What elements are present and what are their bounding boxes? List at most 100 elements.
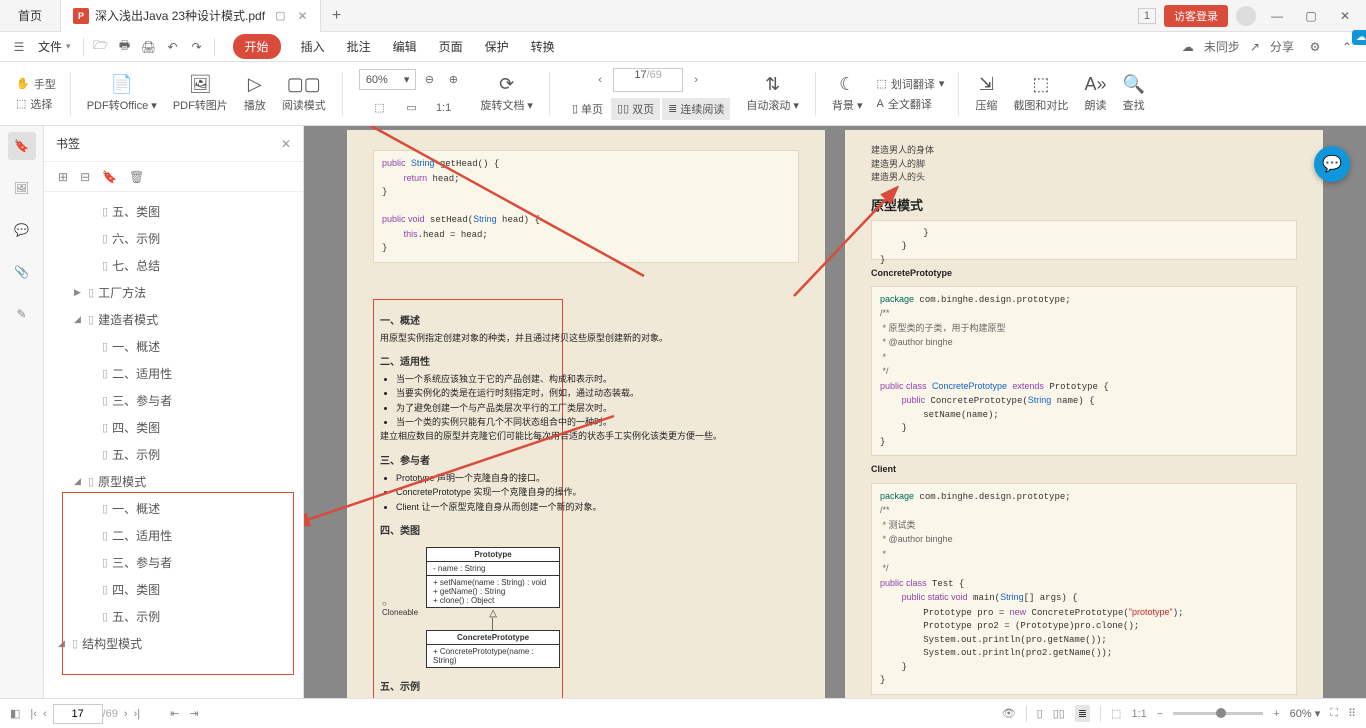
- save-icon[interactable]: 🖶: [114, 36, 136, 58]
- open-icon[interactable]: 🗁: [90, 36, 112, 58]
- hand-tool[interactable]: ✋手型: [16, 76, 56, 92]
- maximize-icon[interactable]: ▢: [1298, 3, 1324, 29]
- sb-prev-page-icon[interactable]: ‹: [43, 708, 47, 720]
- bm-item[interactable]: ▯二、适用性: [48, 360, 299, 387]
- sb-sidebar-icon[interactable]: ◧: [10, 707, 20, 720]
- read-mode[interactable]: ▢▢阅读模式: [276, 74, 332, 113]
- sb-more-icon[interactable]: ⠿: [1348, 707, 1356, 720]
- undo-icon[interactable]: ↶: [162, 36, 184, 58]
- single-page-button[interactable]: ▯ 单页: [566, 98, 609, 120]
- page-input[interactable]: 17/69: [613, 68, 683, 92]
- menu-tab-start[interactable]: 开始: [233, 34, 281, 59]
- menu-tab-convert[interactable]: 转换: [529, 34, 557, 59]
- rotate-button[interactable]: ⟳旋转文档 ▾: [474, 74, 539, 113]
- bm-item[interactable]: ▯七、总结: [48, 252, 299, 279]
- minimize-icon[interactable]: —: [1264, 3, 1290, 29]
- bm-item-factory[interactable]: ▶▯工厂方法: [48, 279, 299, 306]
- sb-continuous-icon[interactable]: ≣: [1075, 705, 1090, 722]
- bm-item[interactable]: ▯一、概述: [48, 495, 299, 522]
- bm-item[interactable]: ▯四、类图: [48, 576, 299, 603]
- bm-item[interactable]: ▯五、示例: [48, 441, 299, 468]
- menu-tab-protect[interactable]: 保护: [483, 34, 511, 59]
- share-icon[interactable]: ↗: [1250, 40, 1260, 54]
- menu-tab-annotate[interactable]: 批注: [345, 34, 373, 59]
- avatar-icon[interactable]: [1236, 6, 1256, 26]
- zoom-select[interactable]: 60%▾: [359, 69, 417, 90]
- bm-tool-add-icon[interactable]: 🔖: [102, 170, 117, 184]
- bm-item-structural[interactable]: ◢▯结构型模式: [48, 630, 299, 657]
- close-tab-icon[interactable]: ✕: [297, 9, 307, 23]
- sb-next-page-icon[interactable]: ›: [124, 708, 128, 720]
- login-button[interactable]: 访客登录: [1164, 5, 1228, 27]
- full-translate[interactable]: A全文翻译: [877, 96, 945, 112]
- floating-assistant-button[interactable]: 💬: [1314, 146, 1350, 182]
- sb-zoom-slider[interactable]: [1173, 712, 1263, 715]
- sb-nav-back-icon[interactable]: ⇤: [170, 707, 179, 720]
- bm-item[interactable]: ▯四、类图: [48, 414, 299, 441]
- sb-double-icon[interactable]: ▯▯: [1053, 707, 1065, 720]
- sb-eye-icon[interactable]: 👁: [1002, 707, 1016, 720]
- bm-tool-expand-icon[interactable]: ⊞: [58, 170, 68, 184]
- menu-tab-edit[interactable]: 编辑: [391, 34, 419, 59]
- bm-tool-delete-icon[interactable]: 🗑: [129, 170, 144, 184]
- attachment-rail-icon[interactable]: 📎: [8, 258, 36, 286]
- select-tool[interactable]: ⬚选择: [16, 96, 56, 112]
- cloud-sync-icon[interactable]: ☁: [1182, 40, 1194, 54]
- zoom-in-icon[interactable]: ⊕: [442, 69, 464, 91]
- document-view[interactable]: public String getHead() { return head; }…: [304, 126, 1366, 728]
- bm-item[interactable]: ▯五、类图: [48, 198, 299, 225]
- play-button[interactable]: ▷播放: [238, 74, 272, 113]
- bm-item-prototype[interactable]: ◢▯原型模式: [48, 468, 299, 495]
- sb-zoom-value[interactable]: 60% ▾: [1290, 707, 1321, 720]
- sb-first-page-icon[interactable]: |‹: [30, 708, 37, 720]
- double-page-button[interactable]: ▯▯ 双页: [611, 98, 660, 120]
- sb-zoom-out-icon[interactable]: −: [1157, 708, 1163, 720]
- menu-tab-page[interactable]: 页面: [437, 34, 465, 59]
- prev-page-icon[interactable]: ‹: [589, 69, 611, 91]
- bm-item[interactable]: ▯五、示例: [48, 603, 299, 630]
- background-button[interactable]: ☾背景 ▾: [826, 74, 869, 113]
- print-icon[interactable]: 🖨: [138, 36, 160, 58]
- stamp-rail-icon[interactable]: ✎: [8, 300, 36, 328]
- bm-item[interactable]: ▯一、概述: [48, 333, 299, 360]
- fit-page-icon[interactable]: ▭: [401, 97, 423, 119]
- bm-item[interactable]: ▯三、参与者: [48, 387, 299, 414]
- tab-document[interactable]: P 深入浅出Java 23种设计模式.pdf ▢ ✕: [61, 0, 321, 32]
- actual-size-icon[interactable]: 1:1: [433, 97, 455, 119]
- compress-button[interactable]: ⇲压缩: [969, 74, 1003, 113]
- bm-item[interactable]: ▯三、参与者: [48, 549, 299, 576]
- pdf-to-office[interactable]: 📄PDF转Office ▾: [81, 74, 163, 113]
- thumbnail-rail-icon[interactable]: 🖼: [8, 174, 36, 202]
- next-page-icon[interactable]: ›: [685, 69, 707, 91]
- continuous-button[interactable]: ≣ 连续阅读: [662, 98, 730, 120]
- bookmark-rail-icon[interactable]: 🔖: [8, 132, 36, 160]
- bm-item[interactable]: ▯六、示例: [48, 225, 299, 252]
- redo-icon[interactable]: ↷: [186, 36, 208, 58]
- new-tab-button[interactable]: +: [321, 7, 353, 25]
- read-aloud-button[interactable]: A»朗读: [1078, 74, 1112, 113]
- menu-hamburger-icon[interactable]: ☰: [8, 36, 30, 58]
- tab-home[interactable]: 首页: [0, 0, 61, 32]
- select-translate[interactable]: ⬚划词翻译 ▾: [877, 76, 945, 92]
- sb-last-page-icon[interactable]: ›|: [134, 708, 141, 720]
- sb-nav-fwd-icon[interactable]: ⇥: [189, 707, 198, 720]
- menu-tab-insert[interactable]: 插入: [299, 34, 327, 59]
- sb-fit-icon[interactable]: ⬚: [1111, 707, 1121, 720]
- cloud-badge-icon[interactable]: ☁: [1352, 30, 1366, 45]
- file-menu[interactable]: 文件▾: [32, 38, 77, 55]
- close-window-icon[interactable]: ✕: [1332, 3, 1358, 29]
- comment-rail-icon[interactable]: 💬: [8, 216, 36, 244]
- bm-tool-collapse-icon[interactable]: ⊟: [80, 170, 90, 184]
- reader-mode-icon[interactable]: ▢: [275, 9, 285, 22]
- find-button[interactable]: 🔍查找: [1116, 74, 1150, 113]
- sb-actual-icon[interactable]: 1:1: [1131, 708, 1146, 720]
- tab-count-badge[interactable]: 1: [1138, 8, 1156, 24]
- autoscroll-button[interactable]: ⇅自动滚动 ▾: [740, 74, 805, 113]
- sb-zoom-in-icon[interactable]: +: [1273, 708, 1279, 720]
- settings-icon[interactable]: ⚙: [1304, 36, 1326, 58]
- sb-fullscreen-icon[interactable]: ⛶: [1330, 707, 1338, 720]
- zoom-out-icon[interactable]: ⊖: [418, 69, 440, 91]
- sb-single-icon[interactable]: ▯: [1037, 707, 1043, 720]
- sb-page-input[interactable]: [53, 704, 103, 724]
- pdf-to-image[interactable]: 🖼PDF转图片: [167, 74, 234, 113]
